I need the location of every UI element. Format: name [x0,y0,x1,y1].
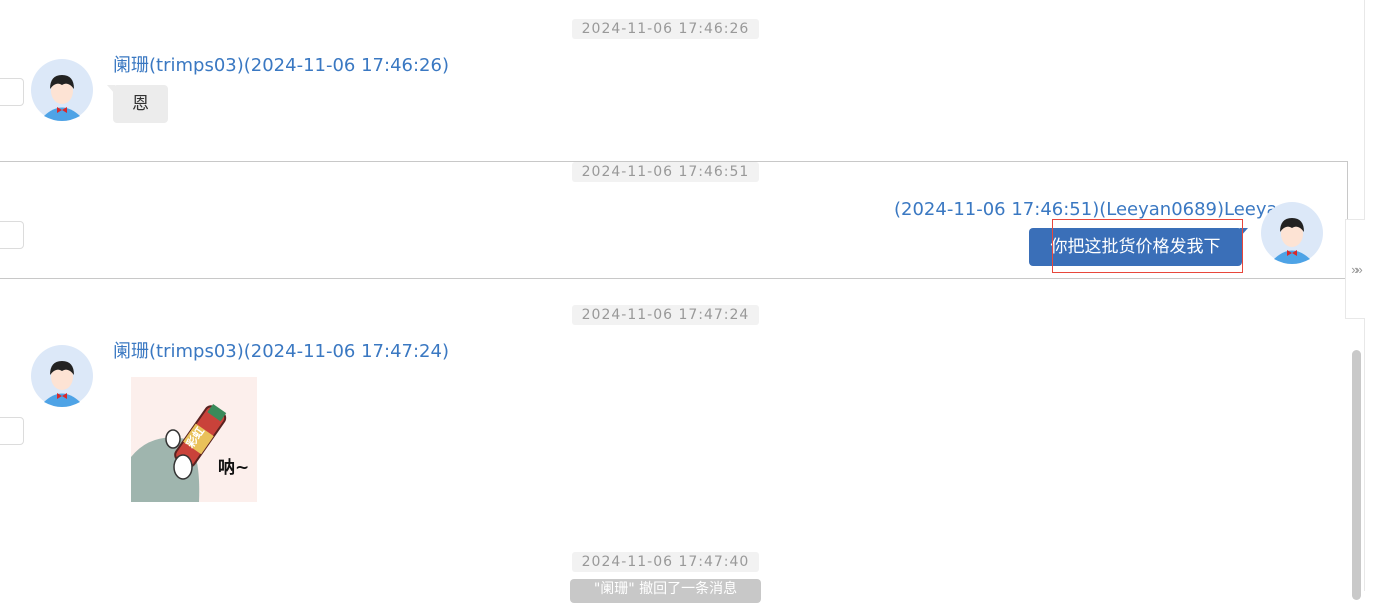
user-avatar-icon [31,345,93,407]
expand-panel-button[interactable]: »» [1345,219,1365,319]
recall-notice: "阑珊" 撤回了一条消息 [570,579,761,603]
sticker-image[interactable]: 彩虹 呐~ [131,377,257,502]
message-timestamp: 2024-11-06 17:47:24 [572,305,759,325]
sender-name: 阑珊(trimps03)(2024-11-06 17:46:26) [113,55,449,76]
message-timestamp: 2024-11-06 17:46:51 [572,162,759,182]
select-checkbox[interactable] [0,221,24,249]
avatar[interactable] [31,345,93,407]
user-avatar-icon [31,59,93,121]
avatar[interactable] [31,59,93,121]
message-timestamp: 2024-11-06 17:46:26 [572,19,759,39]
sticker-icon: 彩虹 [131,403,227,502]
sender-name: (2024-11-06 17:46:51)(Leeyan0689)Leeyan [894,199,1289,220]
select-checkbox[interactable] [0,417,24,445]
scrollbar-thumb[interactable] [1352,350,1361,600]
select-checkbox[interactable] [0,78,24,106]
message-bubble[interactable]: 恩 [107,85,168,123]
avatar[interactable] [1261,202,1323,264]
user-avatar-icon [1261,202,1323,264]
message-bubble[interactable]: 你把这批货价格发我下 [1029,228,1248,266]
sticker-caption: 呐~ [218,458,250,478]
double-chevron-right-icon: »» [1351,262,1363,277]
message-timestamp: 2024-11-06 17:47:40 [572,552,759,572]
sender-name: 阑珊(trimps03)(2024-11-06 17:47:24) [113,341,449,362]
